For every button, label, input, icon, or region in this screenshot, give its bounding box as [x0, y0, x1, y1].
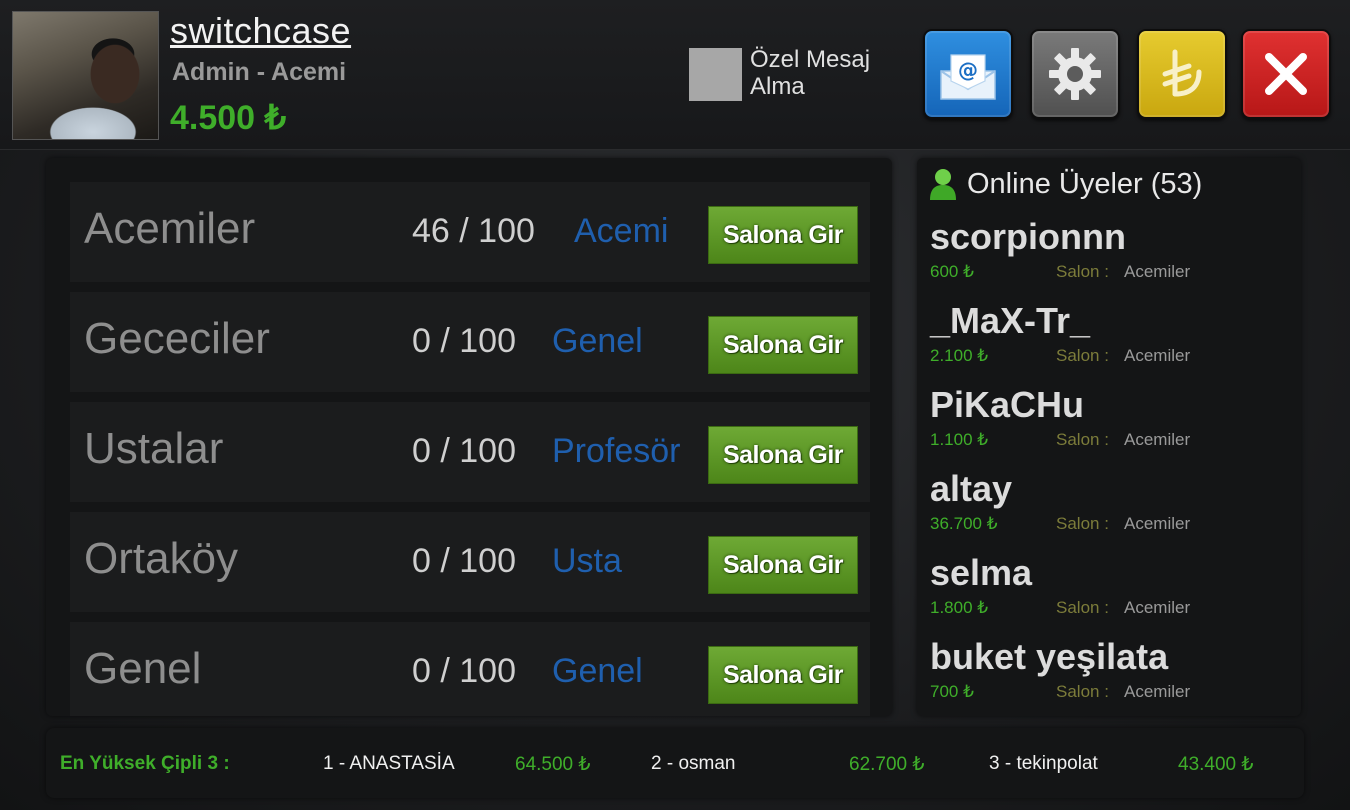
- enter-room-button[interactable]: Salona Gir: [708, 646, 858, 704]
- room-level: Genel: [552, 652, 643, 690]
- room-name: Ustalar: [84, 424, 224, 473]
- leaderboard-title: En Yüksek Çipli 3 :: [60, 753, 230, 774]
- room-row: Acemiler 46 / 100 Acemi Salona Gir: [70, 182, 870, 282]
- room-row: Ortaköy 0 / 100 Usta Salona Gir: [70, 512, 870, 612]
- enter-room-button[interactable]: Salona Gir: [708, 536, 858, 594]
- online-user-salon: Acemiler: [1124, 514, 1191, 533]
- room-name: Genel: [84, 644, 202, 693]
- private-message-label-line2: Alma: [750, 73, 805, 100]
- user-balance: 4.500 ₺: [170, 99, 287, 137]
- online-user-name: buket yeşilata: [930, 636, 1169, 677]
- online-user-item[interactable]: scorpionnn 600 ₺ Salon : Acemiler: [917, 216, 1301, 300]
- room-player-count: 0 / 100: [412, 542, 516, 580]
- leaderboard-value: 64.500 ₺: [515, 754, 591, 775]
- room-row: Ustalar 0 / 100 Profesör Salona Gir: [70, 402, 870, 502]
- room-row: Gececiler 0 / 100 Genel Salona Gir: [70, 292, 870, 392]
- online-user-name: altay: [930, 468, 1013, 509]
- room-level: Acemi: [574, 212, 669, 250]
- room-level: Usta: [552, 542, 622, 580]
- leaderboard-value: 43.400 ₺: [1178, 754, 1254, 775]
- private-message-label-line1: Özel Mesaj: [750, 46, 871, 73]
- leaderboard-name: 3 - tekinpolat: [989, 753, 1098, 774]
- online-user-balance: 600 ₺: [930, 262, 974, 281]
- lira-icon: [1162, 49, 1202, 97]
- salon-label: Salon :: [1056, 262, 1109, 281]
- username[interactable]: switchcase: [170, 10, 351, 52]
- online-user-name: selma: [930, 552, 1033, 593]
- online-user-salon: Acemiler: [1124, 430, 1191, 449]
- salon-label: Salon :: [1056, 598, 1109, 617]
- room-player-count: 0 / 100: [412, 432, 516, 470]
- enter-room-button[interactable]: Salona Gir: [708, 316, 858, 374]
- room-name: Acemiler: [84, 204, 256, 253]
- online-user-item[interactable]: altay 36.700 ₺ Salon : Acemiler: [917, 468, 1301, 552]
- room-player-count: 0 / 100: [412, 652, 516, 690]
- online-user-balance: 1.100 ₺: [930, 430, 989, 449]
- room-level: Genel: [552, 322, 643, 360]
- enter-room-button[interactable]: Salona Gir: [708, 206, 858, 264]
- room-level: Profesör: [552, 432, 681, 470]
- room-row: Genel 0 / 100 Genel Salona Gir: [70, 622, 870, 716]
- top-bar: switchcase Admin - Acemi 4.500 ₺ Özel Me…: [0, 0, 1350, 150]
- online-user-balance: 1.800 ₺: [930, 598, 989, 617]
- lira-button[interactable]: [1137, 29, 1227, 119]
- online-user-item[interactable]: PiKaCHu 1.100 ₺ Salon : Acemiler: [917, 384, 1301, 468]
- leaderboard-name: 2 - osman: [651, 753, 736, 774]
- online-users-panel: Online Üyeler (53) scorpionnn 600 ₺ Salo…: [917, 158, 1301, 716]
- leaderboard-bar: En Yüksek Çipli 3 : 1 - ANASTASİA 64.500…: [46, 728, 1304, 798]
- avatar[interactable]: [12, 11, 159, 140]
- messages-button[interactable]: @: [923, 29, 1013, 119]
- room-name: Gececiler: [84, 314, 270, 363]
- leaderboard-name: 1 - ANASTASİA: [323, 753, 455, 774]
- mail-icon: @: [940, 54, 996, 100]
- online-user-balance: 700 ₺: [930, 682, 974, 701]
- online-user-balance: 36.700 ₺: [930, 514, 998, 533]
- room-list: Acemiler 46 / 100 Acemi Salona Gir Gecec…: [46, 158, 892, 716]
- salon-label: Salon :: [1056, 346, 1109, 365]
- salon-label: Salon :: [1056, 430, 1109, 449]
- user-role: Admin - Acemi: [172, 58, 347, 86]
- online-user-name: scorpionnn: [930, 216, 1126, 257]
- online-user-name: _MaX-Tr_: [930, 300, 1091, 341]
- online-user-salon: Acemiler: [1124, 598, 1191, 617]
- person-icon: [930, 169, 956, 200]
- room-player-count: 46 / 100: [412, 212, 535, 250]
- enter-room-button[interactable]: Salona Gir: [708, 426, 858, 484]
- settings-button[interactable]: [1030, 29, 1120, 119]
- close-icon: [1265, 53, 1307, 95]
- close-button[interactable]: [1241, 29, 1331, 119]
- online-user-balance: 2.100 ₺: [930, 346, 989, 365]
- svg-text:@: @: [958, 58, 978, 82]
- online-user-salon: Acemiler: [1124, 682, 1191, 701]
- online-users-title: Online Üyeler (53): [967, 168, 1203, 200]
- online-user-item[interactable]: _MaX-Tr_ 2.100 ₺ Salon : Acemiler: [917, 300, 1301, 384]
- leaderboard-value: 62.700 ₺: [849, 754, 925, 775]
- online-user-item[interactable]: buket yeşilata 700 ₺ Salon : Acemiler: [917, 636, 1301, 716]
- gear-icon: [1049, 48, 1101, 100]
- online-user-salon: Acemiler: [1124, 262, 1191, 281]
- private-message-label: Özel Mesaj Alma: [750, 46, 900, 100]
- salon-label: Salon :: [1056, 682, 1109, 701]
- online-user-name: PiKaCHu: [930, 384, 1085, 425]
- room-name: Ortaköy: [84, 534, 239, 583]
- salon-label: Salon :: [1056, 514, 1109, 533]
- online-user-item[interactable]: selma 1.800 ₺ Salon : Acemiler: [917, 552, 1301, 636]
- room-player-count: 0 / 100: [412, 322, 516, 360]
- private-message-checkbox[interactable]: [689, 48, 742, 101]
- online-user-salon: Acemiler: [1124, 346, 1191, 365]
